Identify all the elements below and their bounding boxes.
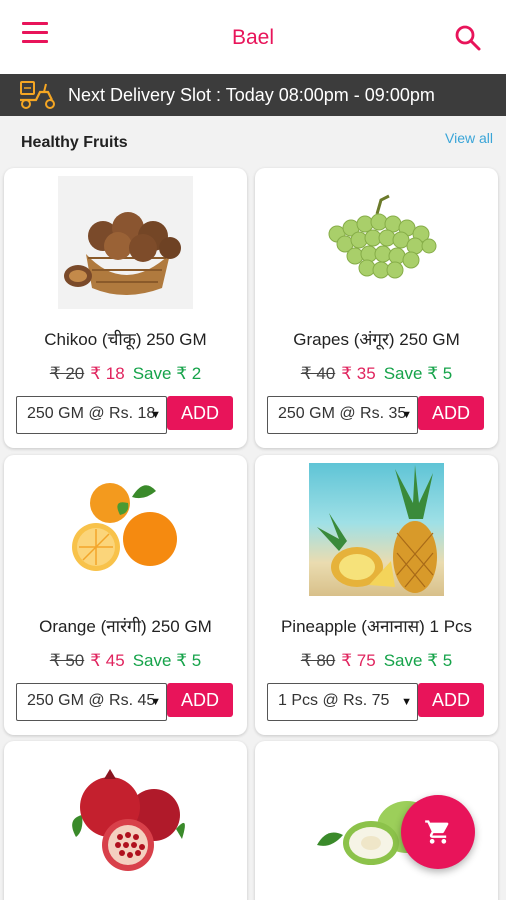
sale-price: ₹ 35 (341, 364, 376, 383)
quantity-option: 1 Pcs @ Rs. 75 (278, 692, 390, 709)
quantity-option: 250 GM @ Rs. 35 (278, 405, 407, 422)
mrp-price: ₹ 50 (49, 651, 85, 670)
savings-label: Save ₹ 5 (383, 364, 453, 383)
quantity-dropdown[interactable]: 250 GM @ Rs. 35 ▼ (267, 396, 418, 434)
sale-price: ₹ 45 (90, 651, 125, 670)
add-to-cart-button[interactable]: ADD (167, 683, 233, 717)
quantity-dropdown[interactable]: 250 GM @ Rs. 45 ▼ (16, 683, 167, 721)
section-title: Healthy Fruits (21, 134, 128, 151)
product-card[interactable] (4, 741, 247, 900)
orange-image (58, 463, 193, 596)
dropdown-caret-icon: ▼ (401, 409, 412, 421)
delivery-slot-text: Next Delivery Slot : Today 08:00pm - 09:… (68, 84, 435, 105)
view-all-link[interactable]: View all (445, 130, 493, 146)
app-title: Bael (231, 26, 275, 49)
product-name: Orange (नारंगी) 250 GM (39, 617, 212, 636)
cart-icon (425, 820, 449, 844)
savings-label: Save ₹ 2 (132, 364, 202, 383)
dropdown-caret-icon: ▼ (150, 696, 161, 708)
add-to-cart-button[interactable]: ADD (167, 396, 233, 430)
chikoo-image (58, 176, 193, 309)
pomegranate-image (58, 749, 193, 882)
delivery-scooter-icon (20, 81, 55, 109)
cart-fab-button[interactable] (401, 795, 475, 869)
dropdown-caret-icon: ▼ (401, 696, 412, 708)
mrp-price: ₹ 20 (49, 364, 85, 383)
savings-label: Save ₹ 5 (132, 651, 202, 670)
quantity-dropdown[interactable]: 1 Pcs @ Rs. 75 ▼ (267, 683, 418, 721)
mrp-price: ₹ 40 (300, 364, 336, 383)
product-name: Pineapple (अनानास) 1 Pcs (280, 617, 473, 636)
quantity-option: 250 GM @ Rs. 18 (27, 405, 156, 422)
product-name: Chikoo (चीकू) 250 GM (44, 330, 207, 349)
pineapple-image (309, 463, 444, 596)
price-row: ₹ 80 ₹ 75 Save ₹ 5 (255, 651, 498, 671)
product-card[interactable]: Grapes (अंगूर) 250 GM ₹ 40 ₹ 35 Save ₹ 5 2… (255, 168, 498, 448)
product-card[interactable]: Chikoo (चीकू) 250 GM ₹ 20 ₹ 18 Save ₹ 2 25… (4, 168, 247, 448)
product-card[interactable]: Orange (नारंगी) 250 GM ₹ 50 ₹ 45 Save ₹ 5 … (4, 455, 247, 735)
savings-label: Save ₹ 5 (383, 651, 453, 670)
sale-price: ₹ 75 (341, 651, 376, 670)
grapes-image (309, 176, 444, 309)
quantity-dropdown[interactable]: 250 GM @ Rs. 18 ▼ (16, 396, 167, 434)
app-bar: Bael (0, 0, 506, 74)
quantity-option: 250 GM @ Rs. 45 (27, 692, 156, 709)
search-icon[interactable] (454, 24, 484, 54)
product-name: Grapes (अंगूर) 250 GM (293, 330, 460, 349)
price-row: ₹ 50 ₹ 45 Save ₹ 5 (4, 651, 247, 671)
sale-price: ₹ 18 (90, 364, 125, 383)
delivery-slot-bar: Next Delivery Slot : Today 08:00pm - 09:… (0, 74, 506, 116)
dropdown-caret-icon: ▼ (150, 409, 161, 421)
price-row: ₹ 40 ₹ 35 Save ₹ 5 (255, 364, 498, 384)
mrp-price: ₹ 80 (300, 651, 336, 670)
product-card[interactable]: Pineapple (अनानास) 1 Pcs ₹ 80 ₹ 75 Save ₹ … (255, 455, 498, 735)
add-to-cart-button[interactable]: ADD (418, 683, 484, 717)
add-to-cart-button[interactable]: ADD (418, 396, 484, 430)
price-row: ₹ 20 ₹ 18 Save ₹ 2 (4, 364, 247, 384)
